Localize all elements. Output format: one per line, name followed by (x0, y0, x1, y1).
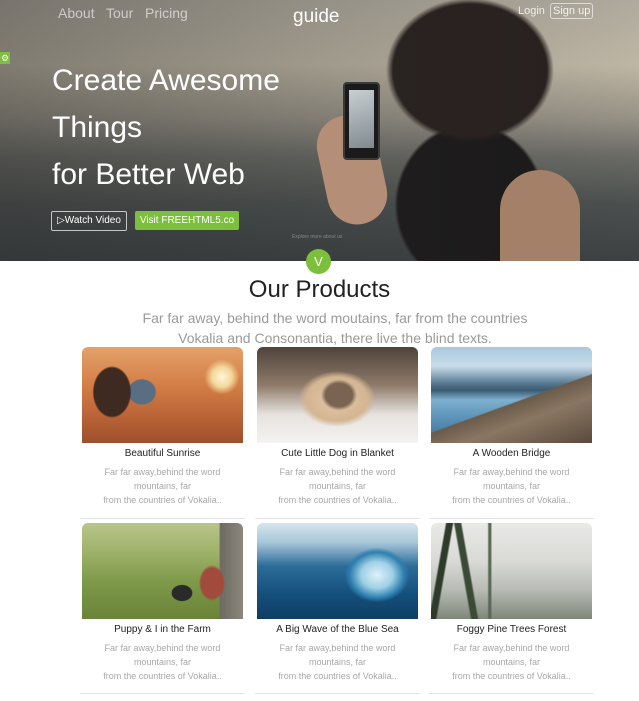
card-divider (429, 518, 594, 519)
desc-line: Far far away,behind the word (279, 643, 396, 653)
desc-line: mountains, far (133, 481, 192, 491)
hero-section: About Tour Pricing guide Login Sign up ⚙… (0, 0, 639, 261)
brand-logo[interactable]: guide (293, 6, 340, 28)
card-divider (255, 693, 420, 694)
product-title[interactable]: Beautiful Sunrise (82, 448, 243, 459)
nav-tour-link[interactable]: Tour (106, 5, 133, 21)
products-description: Far far away, behind the word moutains, … (142, 310, 528, 346)
product-description: Far far away,behind the word mountains, … (265, 465, 410, 507)
desc-line: Far far away,behind the word (279, 467, 396, 477)
desc-line: mountains, far (133, 657, 192, 667)
desc-line: Far far away,behind the word (104, 467, 221, 477)
watch-video-button[interactable]: ▷Watch Video (51, 211, 127, 231)
card-divider (429, 693, 594, 694)
product-description: Far far away,behind the word mountains, … (439, 641, 584, 683)
scroll-down-button[interactable]: V (306, 249, 331, 274)
desc-line: Far far away,behind the word (104, 643, 221, 653)
card-divider (80, 518, 245, 519)
card-divider (80, 693, 245, 694)
product-card[interactable]: A Big Wave of the Blue Sea Far far away,… (255, 523, 420, 694)
product-card[interactable]: Puppy & I in the Farm Far far away,behin… (80, 523, 245, 694)
desc-line: mountains, far (482, 657, 541, 667)
hero-shoulder-shape (500, 170, 580, 261)
nav-about-link[interactable]: About (58, 5, 95, 21)
desc-line: from the countries of Vokalia.. (103, 671, 222, 681)
product-card[interactable]: A Wooden Bridge Far far away,behind the … (429, 347, 594, 519)
desc-line: from the countries of Vokalia.. (278, 495, 397, 505)
product-description: Far far away,behind the word mountains, … (439, 465, 584, 507)
product-image-bridge[interactable] (431, 347, 592, 443)
product-description: Far far away,behind the word mountains, … (90, 465, 235, 507)
product-image-wave[interactable] (257, 523, 418, 619)
product-title[interactable]: A Big Wave of the Blue Sea (257, 624, 418, 635)
nav-pricing-link[interactable]: Pricing (145, 5, 188, 21)
product-description: Far far away,behind the word mountains, … (90, 641, 235, 683)
product-card[interactable]: Beautiful Sunrise Far far away,behind th… (80, 347, 245, 519)
product-card[interactable]: Foggy Pine Trees Forest Far far away,beh… (429, 523, 594, 694)
product-image-farm[interactable] (82, 523, 243, 619)
card-divider (255, 518, 420, 519)
headline-line-2: Things (52, 111, 143, 144)
desc-line: mountains, far (308, 657, 367, 667)
desc-line: from the countries of Vokalia.. (452, 495, 571, 505)
visit-freehtml5-button[interactable]: Visit FREEHTML5.co (135, 211, 239, 230)
product-image-pug[interactable] (257, 347, 418, 443)
product-title[interactable]: Puppy & I in the Farm (82, 624, 243, 635)
gear-icon[interactable]: ⚙ (0, 52, 10, 64)
headline-line-1: Create Awesome (52, 64, 280, 97)
product-title[interactable]: Cute Little Dog in Blanket (257, 448, 418, 459)
product-image-sunrise[interactable] (82, 347, 243, 443)
desc-line: mountains, far (308, 481, 367, 491)
hero-phone-shape (343, 82, 380, 160)
desc-line: mountains, far (482, 481, 541, 491)
desc-line: Far far away,behind the word (453, 643, 570, 653)
desc-line: from the countries of Vokalia.. (278, 671, 397, 681)
explore-more-link[interactable]: Explore more about us (292, 234, 342, 240)
signup-button[interactable]: Sign up (550, 3, 594, 19)
product-title[interactable]: A Wooden Bridge (431, 448, 592, 459)
desc-line: Far far away,behind the word (453, 467, 570, 477)
product-description: Far far away,behind the word mountains, … (265, 641, 410, 683)
desc-line: from the countries of Vokalia.. (103, 495, 222, 505)
product-card[interactable]: Cute Little Dog in Blanket Far far away,… (255, 347, 420, 519)
hero-headline: Create Awesome Things for Better Web (52, 57, 332, 198)
desc-line: from the countries of Vokalia.. (452, 671, 571, 681)
product-image-forest[interactable] (431, 523, 592, 619)
products-title: Our Products (248, 276, 391, 303)
login-link[interactable]: Login (518, 5, 545, 17)
headline-line-3: for Better Web (52, 158, 245, 191)
product-title[interactable]: Foggy Pine Trees Forest (431, 624, 592, 635)
